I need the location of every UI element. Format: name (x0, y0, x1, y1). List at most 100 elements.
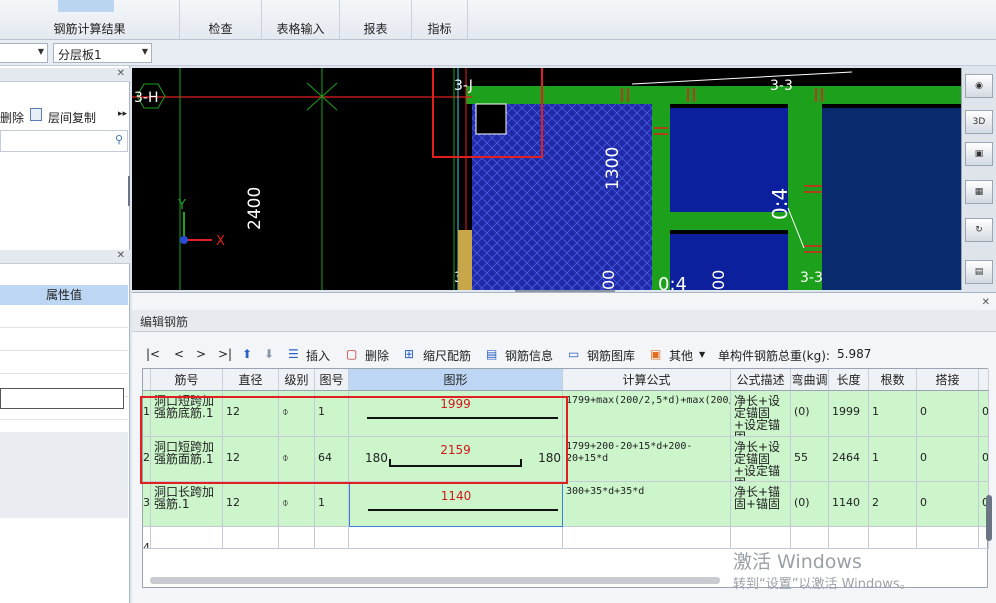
first-button[interactable]: |< (146, 347, 160, 361)
tab-check[interactable]: 检查 (180, 0, 262, 40)
col-lap[interactable]: 搭接 (917, 369, 979, 391)
rotate-icon[interactable]: ↻ (965, 218, 993, 242)
cell-name[interactable] (151, 527, 223, 549)
cell-formula[interactable] (563, 527, 731, 549)
y-axis-label: Y (177, 198, 186, 213)
tab-table-input[interactable]: 表格输入 (262, 0, 340, 40)
column-header[interactable] (979, 369, 989, 391)
delete-button[interactable]: 删除 (365, 347, 389, 364)
cell-text: 55 (794, 451, 808, 464)
close-icon[interactable]: ✕ (982, 297, 990, 308)
cell-lap[interactable]: 0 (917, 482, 979, 527)
tab-report[interactable]: 报表 (340, 0, 412, 40)
cell-desc[interactable]: 净长+设定锚固+设定锚固 (731, 391, 791, 437)
arrow-up-icon[interactable]: ⬆ (242, 347, 252, 361)
cell-row-number[interactable]: 3 (143, 482, 151, 527)
arrow-down-icon[interactable]: ⬇ (264, 347, 274, 361)
more-icon[interactable]: ▸▸ (118, 109, 127, 119)
cell-name[interactable]: 洞口长跨加强筋.1 (151, 482, 223, 527)
tab-rebar-results[interactable]: 钢筋计算结果 (0, 0, 180, 40)
col-figure-no[interactable]: 图号 (315, 369, 349, 391)
ribbon: 钢筋计算结果 检查 表格输入 报表 指标 (0, 0, 996, 40)
close-icon[interactable]: ✕ (117, 68, 125, 79)
cell-bend[interactable] (791, 527, 829, 549)
cell-grade[interactable]: ⌽ (279, 482, 315, 527)
col-count[interactable]: 根数 (869, 369, 917, 391)
cube-lower-icon[interactable]: ▦ (965, 180, 993, 204)
cell-bend[interactable]: (0) (791, 391, 829, 437)
cell-count[interactable]: 1 (869, 391, 917, 437)
props-active-cell[interactable] (0, 388, 124, 409)
col-bar-no[interactable]: 筋号 (151, 369, 223, 391)
other-button[interactable]: 其他 (669, 347, 693, 364)
layer-select[interactable]: ▼ (0, 43, 48, 63)
delete-button[interactable]: 删除 (0, 109, 24, 126)
cell-desc[interactable] (731, 527, 791, 549)
close-icon[interactable]: ✕ (117, 250, 125, 261)
chevron-down-icon: ▼ (141, 47, 148, 56)
cell-text: 洞口长跨加强筋.1 (154, 485, 215, 511)
cell-formula[interactable]: 1799+200-20+15*d+200-20+15*d (563, 437, 731, 482)
info-button[interactable]: 钢筋信息 (505, 347, 553, 364)
cell-grade[interactable] (279, 527, 315, 549)
search-input[interactable]: ⚲ (0, 130, 128, 152)
last-button[interactable]: >| (218, 347, 232, 361)
cell-shape[interactable]: 1140 (349, 482, 563, 527)
cube-icon[interactable]: ▣ (965, 142, 993, 166)
cell-fig[interactable]: 1 (315, 482, 349, 527)
cell-desc[interactable]: 净长+锚固+锚固 (731, 482, 791, 527)
vertical-scrollbar[interactable] (986, 495, 992, 541)
col-bend[interactable]: 弯曲调整 (791, 369, 829, 409)
cell-lap[interactable] (917, 527, 979, 549)
cell-last[interactable]: 0 (979, 437, 989, 482)
tab-index[interactable]: 指标 (412, 0, 468, 40)
col-shape[interactable]: 图形 (349, 369, 563, 391)
edit-toolbar: |< < > >| ⬆ ⬇ ☰ 插入 ▢ 删除 ⊞ 缩尺配筋 ▤ 钢筋信息 ▭ … (132, 345, 996, 365)
horizontal-scrollbar[interactable] (150, 577, 720, 584)
col-length[interactable]: 长度 (829, 369, 869, 391)
slab-panel (670, 234, 788, 290)
cell-length[interactable] (829, 527, 869, 549)
panel-title: 编辑钢筋 (132, 310, 996, 332)
scale-button[interactable]: 缩尺配筋 (423, 347, 471, 364)
cell-lap[interactable]: 0 (917, 437, 979, 482)
copy-floor-button[interactable]: 层间复制 (48, 109, 96, 126)
cad-viewport[interactable]: 3-H 3-J 3-J 3-3 3-3 2400 1300 0:4 0:4 00… (132, 68, 961, 290)
cell-length[interactable]: 2464 (829, 437, 869, 482)
cell-desc[interactable]: 净长+设定锚固+设定锚固 (731, 437, 791, 482)
cell-fig[interactable] (315, 527, 349, 549)
cell-count[interactable]: 1 (869, 437, 917, 482)
cell-bend[interactable]: (0) (791, 482, 829, 527)
splitter-handle[interactable] (128, 176, 130, 206)
3d-view-icon[interactable]: 3D (965, 110, 993, 134)
cell-dia[interactable]: 12 (223, 482, 279, 527)
cell-length[interactable]: 1999 (829, 391, 869, 437)
col-grade[interactable]: 级别 (279, 369, 315, 391)
cell-count[interactable] (869, 527, 917, 549)
search-icon[interactable]: ⚲ (115, 133, 123, 146)
cell-last[interactable]: 0 (979, 391, 989, 437)
cell-shape[interactable] (349, 527, 563, 549)
cell-dia[interactable] (223, 527, 279, 549)
library-button[interactable]: 钢筋图库 (587, 347, 635, 364)
column-header[interactable] (143, 369, 151, 391)
cell-row-number[interactable]: 4 (143, 527, 151, 549)
cell-count[interactable]: 2 (869, 482, 917, 527)
floor-select[interactable]: 分层板1 ▼ (53, 43, 152, 63)
globe-icon[interactable]: ◉ (965, 74, 993, 98)
col-diameter[interactable]: 直径(mm) (223, 369, 279, 409)
col-formula-desc[interactable]: 公式描述 (731, 369, 791, 391)
cell-formula[interactable]: 1799+max(200/2,5*d)+max(200/2,5*d) (563, 391, 731, 437)
drawing-canvas[interactable]: 3-H 3-J 3-J 3-3 3-3 2400 1300 0:4 0:4 00… (132, 68, 961, 290)
insert-button[interactable]: 插入 (306, 347, 330, 364)
next-button[interactable]: > (196, 347, 206, 361)
cell-bend[interactable]: 55 (791, 437, 829, 482)
chevron-down-icon[interactable]: ▼ (699, 350, 705, 359)
col-formula[interactable]: 计算公式 (563, 369, 731, 391)
grid-icon[interactable]: ▤ (965, 260, 993, 284)
cell-formula[interactable]: 300+35*d+35*d (563, 482, 731, 527)
cell-length[interactable]: 1140 (829, 482, 869, 527)
prev-button[interactable]: < (174, 347, 184, 361)
library-icon: ▭ (568, 347, 580, 361)
cell-lap[interactable]: 0 (917, 391, 979, 437)
